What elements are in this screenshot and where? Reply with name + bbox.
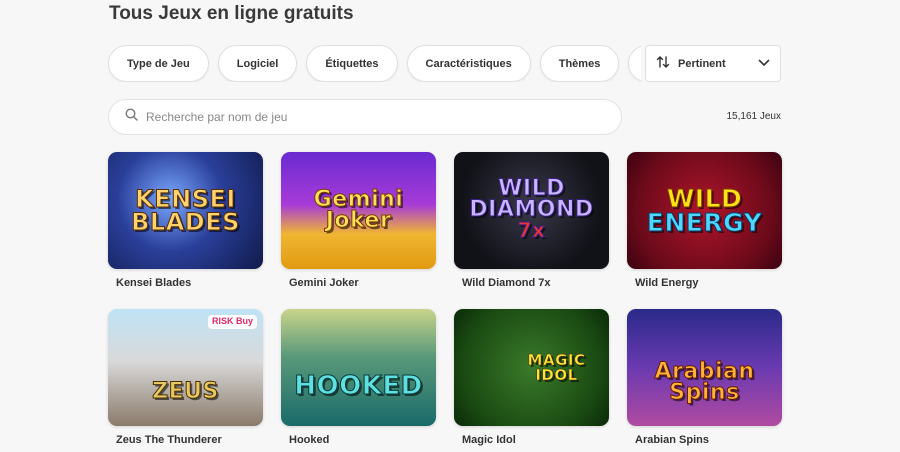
search-icon (125, 108, 138, 126)
game-thumbnail[interactable]: RISK Buy ZEUS (108, 309, 263, 426)
game-logo: ZEUS (152, 379, 219, 405)
game-logo: KENSEI BLADES (131, 184, 240, 236)
results-count: 15,161 Jeux (726, 111, 782, 122)
game-logo: Gemini Joker (313, 186, 404, 233)
game-thumbnail[interactable]: WILD DIAMOND 7x (454, 152, 609, 269)
game-name[interactable]: Magic Idol (454, 434, 609, 446)
game-logo: WILD ENERGY (646, 185, 763, 237)
game-card[interactable]: WILD DIAMOND 7x Wild Diamond 7x (454, 152, 609, 289)
more-filters-button[interactable]: A (628, 45, 641, 82)
filter-etiquettes[interactable]: Étiquettes (306, 45, 398, 82)
chevron-down-icon (758, 58, 770, 70)
page-title: Tous Jeux en ligne gratuits (109, 3, 354, 24)
game-thumbnail[interactable]: Gemini Joker (281, 152, 436, 269)
risk-buy-badge: RISK Buy (207, 315, 257, 329)
game-thumbnail[interactable]: MAGIC IDOL (454, 309, 609, 426)
game-card[interactable]: WILD ENERGY Wild Energy (627, 152, 782, 289)
game-card[interactable]: MAGIC IDOL Magic Idol (454, 309, 609, 446)
search-bar[interactable] (108, 99, 622, 135)
game-thumbnail[interactable]: Arabian Spins (627, 309, 782, 426)
filter-themes[interactable]: Thèmes (539, 45, 620, 82)
game-thumbnail[interactable]: WILD ENERGY (627, 152, 782, 269)
game-name[interactable]: Arabian Spins (627, 434, 782, 446)
game-card[interactable]: Arabian Spins Arabian Spins (627, 309, 782, 446)
game-card[interactable]: Gemini Joker Gemini Joker (281, 152, 436, 289)
game-name[interactable]: Wild Energy (627, 277, 782, 289)
filter-caracteristiques[interactable]: Caractéristiques (406, 45, 531, 82)
game-logo: MAGIC IDOL (527, 351, 586, 384)
sort-icon (656, 55, 670, 72)
sort-label: Pertinent (678, 57, 726, 70)
game-thumbnail[interactable]: KENSEI BLADES (108, 152, 263, 269)
game-thumbnail[interactable]: HOOKED (281, 309, 436, 426)
game-card[interactable]: HOOKED Hooked (281, 309, 436, 446)
game-name[interactable]: Wild Diamond 7x (454, 277, 609, 289)
filter-logiciel[interactable]: Logiciel (217, 45, 298, 82)
game-logo-multiplier: 7x (517, 217, 546, 242)
game-logo: Arabian Spins (654, 358, 755, 405)
game-name[interactable]: Gemini Joker (281, 277, 436, 289)
filter-bar: Type de Jeu Logiciel Étiquettes Caractér… (108, 45, 641, 82)
game-logo: WILD DIAMOND 7x (467, 176, 597, 242)
game-card[interactable]: KENSEI BLADES Kensei Blades (108, 152, 263, 289)
games-grid: KENSEI BLADES Kensei Blades Gemini Joker… (108, 152, 782, 446)
filter-type-de-jeu[interactable]: Type de Jeu (108, 45, 209, 82)
game-logo-subtitle: ENERGY (646, 207, 763, 237)
game-name[interactable]: Kensei Blades (108, 277, 263, 289)
game-name[interactable]: Hooked (281, 434, 436, 446)
game-logo: HOOKED (294, 371, 423, 402)
search-input[interactable] (146, 110, 621, 124)
game-logo-title: WILD DIAMOND (469, 176, 594, 223)
game-card[interactable]: RISK Buy ZEUS Zeus The Thunderer (108, 309, 263, 446)
sort-dropdown[interactable]: Pertinent (645, 45, 781, 82)
game-name[interactable]: Zeus The Thunderer (108, 434, 263, 446)
